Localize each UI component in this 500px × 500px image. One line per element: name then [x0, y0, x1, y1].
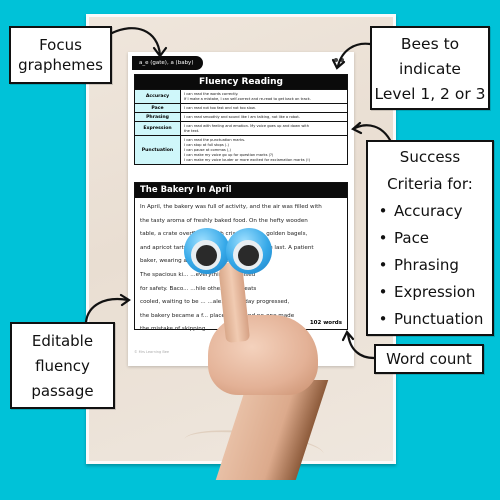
criteria-line: If I make a mistake, I can self-correct …	[184, 96, 311, 101]
criteria-item-text: Pace	[394, 229, 430, 247]
bullet-icon: •	[378, 229, 388, 247]
criteria-line: I can make my voice louder or more excit…	[184, 157, 311, 162]
criteria-row-accuracy: Accuracy I can read the words correctly.…	[135, 89, 347, 103]
criteria-list-item: • Accuracy	[372, 198, 492, 225]
criteria-row-phrasing: Phrasing I can read smoothly and sound l…	[135, 112, 347, 121]
criteria-description: I can read with feeling and emotion. My …	[181, 122, 347, 135]
bullet-icon: •	[378, 256, 388, 274]
criteria-description: I can read smoothly and sound like I am …	[181, 113, 347, 121]
criteria-description: I can read the punctuation marks. I can …	[181, 136, 347, 164]
criteria-label: Pace	[135, 104, 181, 112]
word-count: 102 words	[309, 320, 342, 326]
callout-text: passage	[31, 382, 94, 400]
copyright: © Mrs Learning Bee	[134, 350, 170, 354]
bee-icons	[334, 58, 344, 62]
bee-icon	[340, 58, 344, 62]
criteria-line: I can read not too fast and not too slow…	[184, 105, 256, 110]
criteria-line: the text.	[184, 128, 200, 133]
criteria-line: I can read smoothly and sound like I am …	[184, 114, 300, 119]
criteria-list-item: • Expression	[372, 279, 492, 306]
criteria-label: Punctuation	[135, 136, 181, 164]
criteria-list-item: • Phrasing	[372, 252, 492, 279]
criteria-item-text: Phrasing	[394, 256, 459, 274]
callout-text: Focus	[39, 36, 82, 54]
callout-text: indicate	[399, 60, 461, 78]
callout-text: Criteria for:	[387, 175, 473, 193]
passage-line: In April, the bakery was full of activit…	[140, 204, 322, 210]
criteria-item-text: Expression	[394, 283, 476, 301]
criteria-item-text: Punctuation	[394, 310, 484, 328]
criteria-list-item: • Pace	[372, 225, 492, 252]
criteria-label: Accuracy	[135, 90, 181, 103]
callout-focus-graphemes: Focus graphemes	[9, 26, 112, 84]
criteria-list: • Accuracy • Pace • Phrasing • Expression • P…	[368, 198, 492, 333]
callout-editable-passage: Editable fluency passage	[10, 322, 115, 409]
callout-text: fluency	[35, 357, 90, 375]
bullet-icon: •	[378, 310, 388, 328]
callout-text: Level 1, 2 or 3	[374, 85, 486, 103]
criteria-list-item: • Punctuation	[372, 306, 492, 333]
criteria-row-expression: Expression I can read with feeling and e…	[135, 121, 347, 135]
fluency-title: Fluency Reading	[135, 75, 347, 89]
passage-line: the tasty aroma of freshly baked food. O…	[140, 217, 308, 224]
callout-bees: Bees to indicate Level 1, 2 or 3	[370, 26, 490, 110]
grapheme-tab: a_e (gate), a (baby)	[132, 56, 204, 70]
criteria-row-punctuation: Punctuation I can read the punctuation m…	[135, 135, 347, 164]
googly-eye-icon	[184, 228, 230, 274]
callout-word-count: Word count	[374, 344, 484, 374]
callout-text: Bees to	[400, 35, 460, 53]
criteria-description: I can read the words correctly. If I mak…	[181, 90, 347, 103]
criteria-label: Expression	[135, 122, 181, 135]
callout-text: Success	[399, 148, 461, 166]
googly-eye-icon	[226, 228, 272, 274]
bee-icon	[334, 58, 338, 62]
passage-title: The Bakery In April	[135, 183, 347, 198]
callout-success-criteria: Success Criteria for: • Accuracy • Pace • P…	[366, 140, 494, 336]
criteria-label: Phrasing	[135, 113, 181, 121]
callout-text: Editable	[31, 332, 94, 350]
criteria-item-text: Accuracy	[394, 202, 463, 220]
criteria-description: I can read not too fast and not too slow…	[181, 104, 347, 112]
callout-text: graphemes	[18, 56, 103, 74]
bullet-icon: •	[378, 283, 388, 301]
bullet-icon: •	[378, 202, 388, 220]
criteria-row-pace: Pace I can read not too fast and not too…	[135, 103, 347, 112]
fluency-reading-table: Fluency Reading Accuracy I can read the …	[134, 74, 348, 165]
